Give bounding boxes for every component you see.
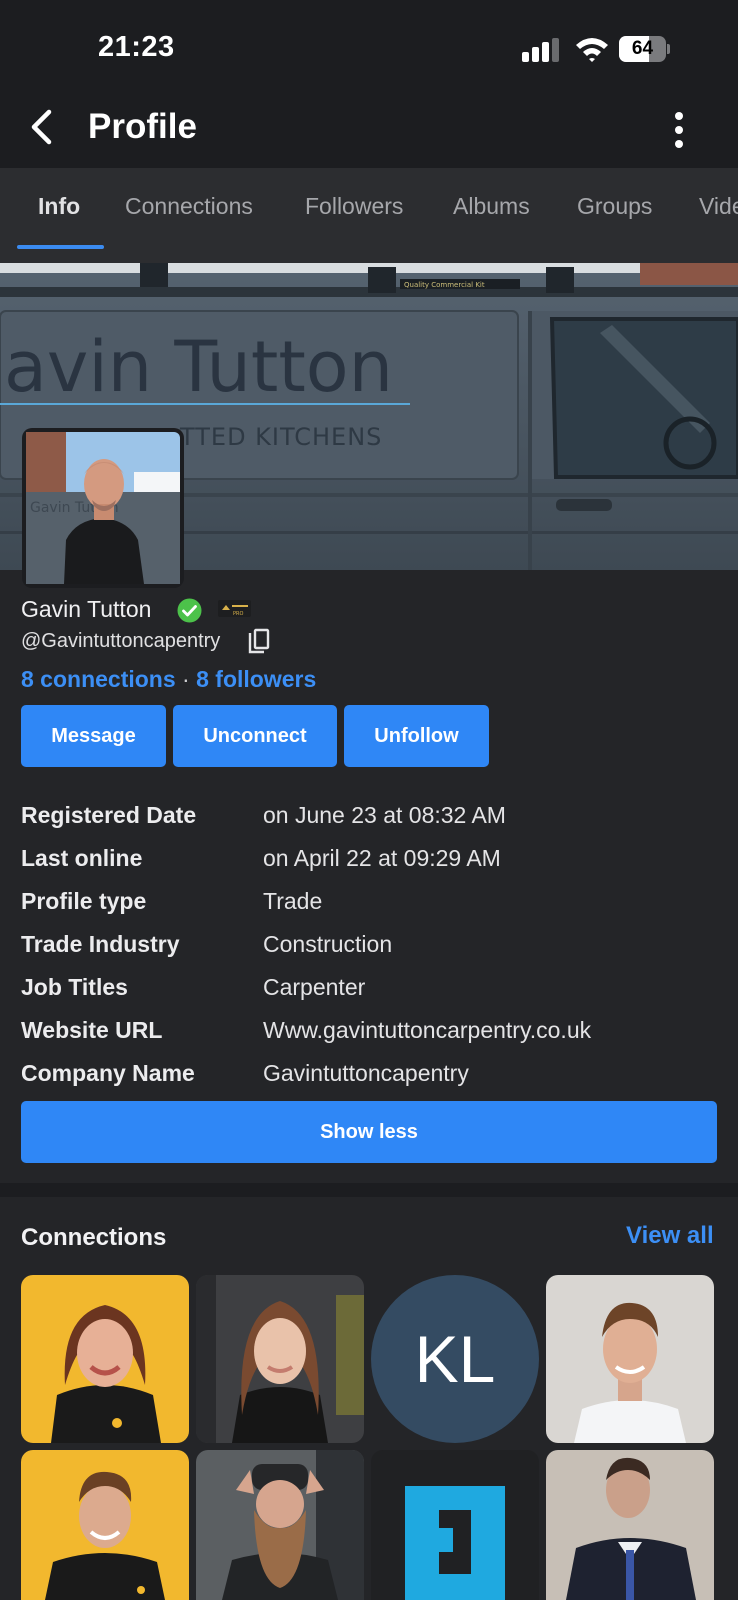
connection-avatar[interactable]: [21, 1450, 189, 1600]
pro-badge-icon: PRO: [218, 600, 251, 617]
battery-icon: 64: [619, 36, 670, 62]
connections-section-title: Connections: [21, 1224, 167, 1251]
followers-count-link[interactable]: 8 followers: [196, 666, 316, 692]
tab-info[interactable]: Info: [38, 193, 80, 220]
pro-badge-text: PRO: [233, 611, 243, 617]
stats-separator: ·: [182, 666, 190, 692]
page-title: Profile: [88, 107, 197, 146]
detail-value-registered-date: on June 23 at 08:32 AM: [263, 802, 506, 828]
detail-label: Trade Industry: [21, 931, 180, 957]
cover-roof-text: Quality Commercial Kit: [404, 281, 485, 289]
connection-avatar[interactable]: [196, 1275, 364, 1443]
detail-value-profile-type: Trade: [263, 888, 323, 914]
unfollow-button[interactable]: Unfollow: [344, 705, 489, 767]
profile-avatar[interactable]: Gavin Tutton: [22, 428, 184, 588]
connection-avatar[interactable]: [21, 1275, 189, 1443]
profile-tabs: Info Connections Followers Albums Groups…: [0, 168, 738, 263]
tab-albums[interactable]: Albums: [453, 193, 530, 220]
detail-label: Company Name: [21, 1060, 195, 1086]
connections-count-link[interactable]: 8 connections: [21, 666, 176, 692]
detail-value-website-url[interactable]: Www.gavintuttoncarpentry.co.uk: [263, 1017, 591, 1044]
unconnect-button[interactable]: Unconnect: [173, 705, 337, 767]
detail-value-last-online: on April 22 at 09:29 AM: [263, 845, 501, 871]
connection-avatar[interactable]: [546, 1275, 714, 1443]
connection-avatar-initials[interactable]: KL: [371, 1275, 539, 1443]
message-button[interactable]: Message: [21, 705, 166, 767]
app-header: Profile: [0, 95, 738, 168]
tab-connections[interactable]: Connections: [125, 193, 253, 220]
show-less-button[interactable]: Show less: [21, 1101, 717, 1163]
profile-handle: @Gavintuttoncapentry: [21, 630, 221, 652]
detail-label: Website URL: [21, 1017, 163, 1043]
back-arrow-icon[interactable]: [28, 109, 58, 145]
detail-label: Job Titles: [21, 974, 128, 1000]
tab-videos[interactable]: Vide: [699, 193, 738, 220]
profile-stats: 8 connections · 8 followers: [21, 666, 316, 693]
profile-name: Gavin Tutton: [21, 596, 152, 622]
detail-value-company-name: Gavintuttoncapentry: [263, 1060, 469, 1086]
copy-icon[interactable]: [247, 628, 271, 655]
cover-line1-text: avin Tutton: [4, 326, 393, 408]
verified-check-icon: [177, 598, 202, 623]
detail-label: Registered Date: [21, 802, 197, 828]
cellular-signal-icon: [522, 38, 559, 62]
status-time: 21:23: [98, 31, 175, 63]
section-divider: [0, 1183, 738, 1197]
cover-line2-text: TTED KITCHENS: [179, 423, 382, 451]
view-all-connections-link[interactable]: View all: [626, 1222, 714, 1250]
connection-avatar[interactable]: [546, 1450, 714, 1600]
more-options-icon[interactable]: [669, 112, 689, 148]
detail-label: Last online: [21, 845, 143, 871]
connection-avatar[interactable]: [196, 1450, 364, 1600]
tab-followers[interactable]: Followers: [305, 193, 403, 220]
battery-level: 64: [631, 38, 654, 59]
active-tab-indicator: [17, 245, 104, 249]
detail-label: Profile type: [21, 888, 147, 914]
connection-avatar-logo[interactable]: [371, 1450, 539, 1600]
detail-value-trade-industry: Construction: [263, 931, 393, 957]
detail-value-job-titles: Carpenter: [263, 974, 366, 1000]
status-bar: 21:23 64: [0, 0, 738, 95]
tab-groups[interactable]: Groups: [577, 193, 652, 220]
wifi-icon: [576, 38, 608, 62]
